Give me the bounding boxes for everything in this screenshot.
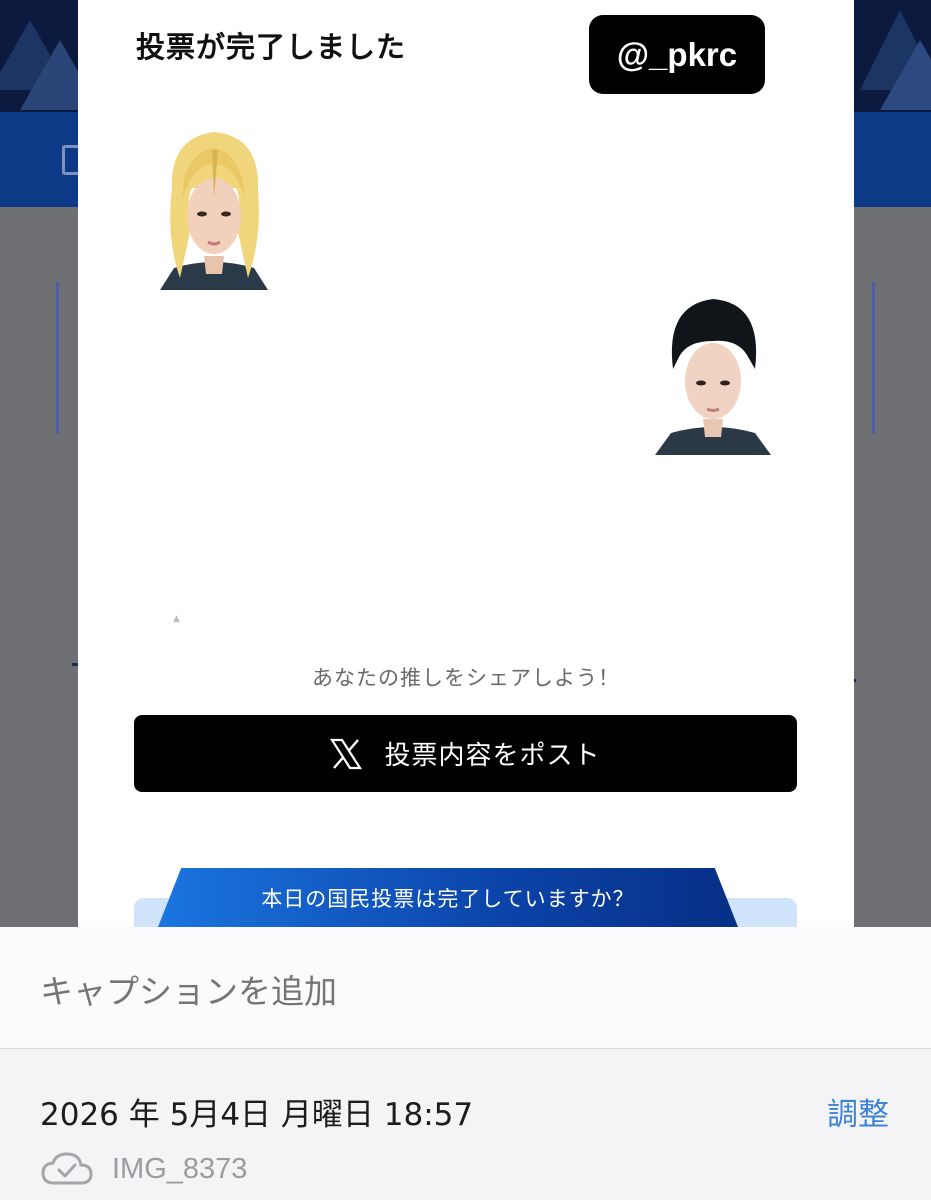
background-divider	[56, 282, 59, 434]
post-vote-button-label: 投票内容をポスト	[384, 741, 601, 771]
caption-input[interactable]	[40, 967, 840, 1015]
adjust-datetime-button[interactable]: 調整	[827, 1089, 889, 1134]
share-prompt: あなたの推しをシェアしよう！	[312, 666, 620, 690]
x-logo-icon	[330, 738, 363, 769]
cloud-check-icon	[41, 1152, 93, 1185]
small-caret-icon: ▲	[173, 614, 180, 624]
trainee-photo-darkhair[interactable]	[651, 295, 775, 455]
file-info-row: IMG_8373	[40, 1149, 247, 1189]
photo-datetime: 2026 年 5月4日 月曜日 18:57	[40, 1097, 474, 1133]
post-vote-button[interactable]: 投票内容をポスト	[134, 715, 797, 792]
vote-complete-modal: 投票が完了しました @_pkrc ▲ あなたの推しをシェアしよう！ 投票内容をポ…	[78, 0, 854, 927]
photo-info-sheet: 2026 年 5月4日 月曜日 18:57 調整 IMG_8373	[0, 927, 931, 1200]
caption-area	[0, 927, 931, 1049]
handle-badge: @_pkrc	[589, 15, 765, 94]
background-divider	[872, 282, 875, 434]
trainee-photo-blond[interactable]	[152, 128, 276, 290]
national-vote-banner[interactable]: 本日の国民投票は完了していますか？	[158, 868, 738, 927]
file-name: IMG_8373	[112, 1152, 248, 1185]
modal-title: 投票が完了しました	[136, 30, 407, 64]
